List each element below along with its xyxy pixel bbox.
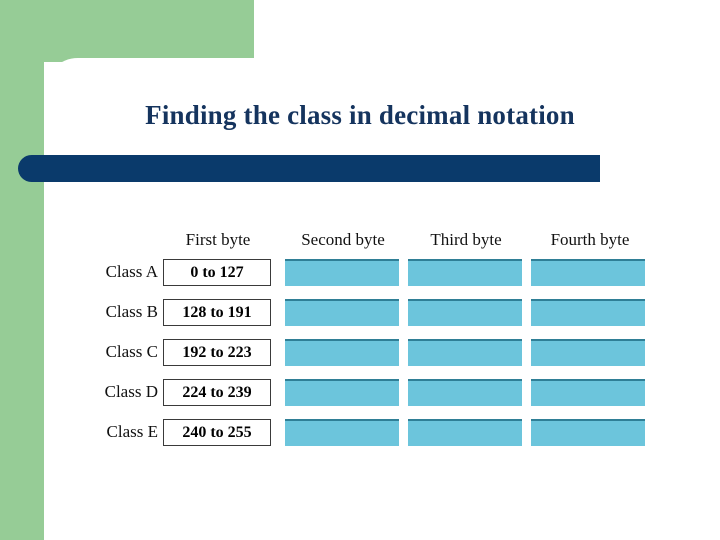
row-label-class-c: Class C [105, 342, 158, 361]
range-box-class-c: 192 to 223 [163, 339, 271, 366]
range-box-class-b: 128 to 191 [163, 299, 271, 326]
byte-cell-class-e-third [408, 419, 522, 446]
column-header-third-byte: Third byte [430, 230, 502, 249]
byte-cell-class-c-third [408, 339, 522, 366]
row-label-class-b: Class B [105, 302, 158, 321]
byte-cell-class-e-second [285, 419, 399, 446]
column-header-fourth-byte: Fourth byte [550, 230, 630, 249]
byte-cell-class-d-fourth [531, 379, 645, 406]
byte-cell-class-a-second [285, 259, 399, 286]
byte-cell-class-c-second [285, 339, 399, 366]
byte-cell-class-b-fourth [531, 299, 645, 326]
row-label-class-e: Class E [106, 422, 158, 441]
byte-cell-class-b-second [285, 299, 399, 326]
byte-cell-class-b-third [408, 299, 522, 326]
column-header-second-byte: Second byte [301, 230, 385, 249]
byte-cell-class-d-third [408, 379, 522, 406]
byte-cell-class-c-fourth [531, 339, 645, 366]
slide: Finding the class in decimal notation Fi… [0, 0, 720, 540]
range-box-class-a: 0 to 127 [163, 259, 271, 286]
row-label-class-a: Class A [105, 262, 158, 281]
column-header-first-byte: First byte [185, 230, 251, 249]
ip-class-diagram: First byte Second byte Third byte Fourth… [0, 0, 720, 540]
byte-cell-class-d-second [285, 379, 399, 406]
range-box-class-d: 224 to 239 [163, 379, 271, 406]
row-label-class-d: Class D [104, 382, 158, 401]
byte-cell-class-e-fourth [531, 419, 645, 446]
byte-cell-class-a-fourth [531, 259, 645, 286]
byte-cell-class-a-third [408, 259, 522, 286]
range-box-class-e: 240 to 255 [163, 419, 271, 446]
